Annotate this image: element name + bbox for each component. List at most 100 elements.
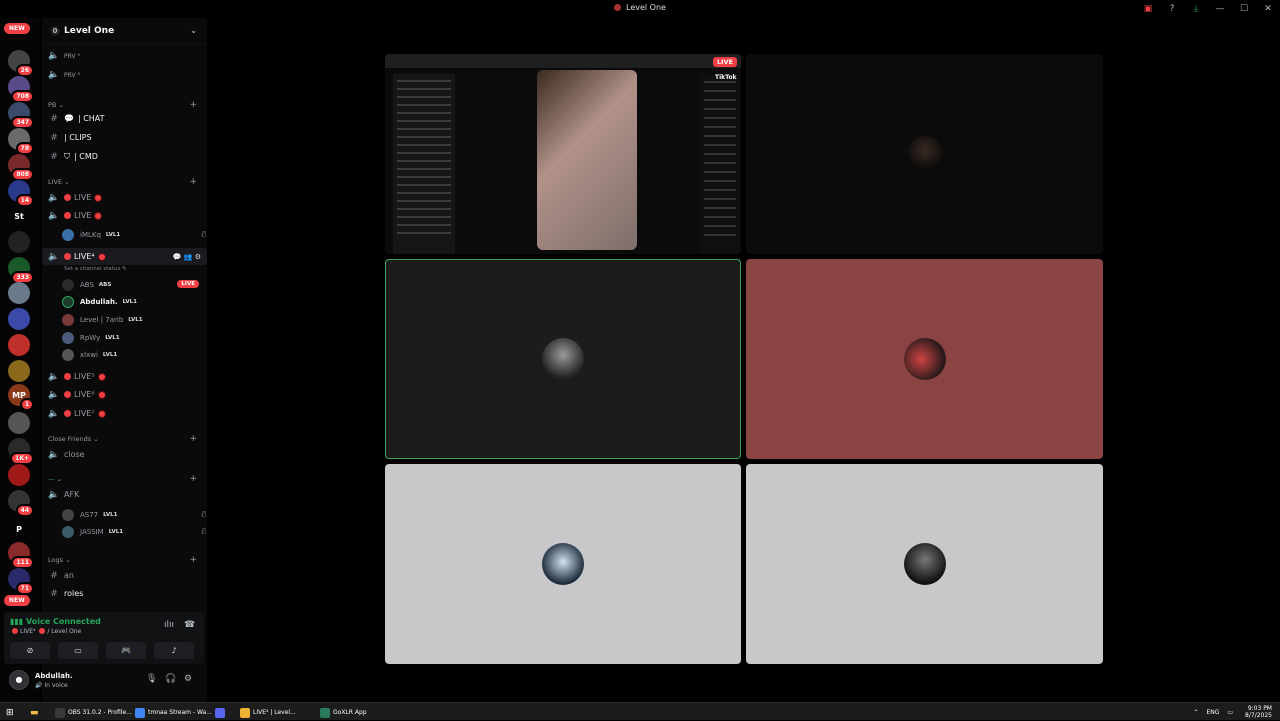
voice-channel-live7[interactable]: 🔈 LIVE⁷ — [42, 405, 207, 422]
server-icon[interactable] — [8, 412, 30, 434]
add-channel-icon[interactable]: + — [189, 474, 197, 484]
tray-chevron-icon[interactable]: ⌃ — [1193, 709, 1198, 716]
new-unreads-pill-bottom[interactable]: NEW — [4, 595, 30, 606]
speaker-icon: 🔈 — [48, 70, 60, 80]
category-logs[interactable]: Logs ⌄ + — [42, 551, 207, 568]
server-icon[interactable]: P — [8, 518, 30, 540]
text-channel-roles[interactable]: # roles — [42, 585, 207, 602]
voice-user[interactable]: xlxwi LVL1 — [62, 346, 117, 363]
voice-channel-close[interactable]: 🔈 close — [42, 446, 207, 463]
voice-user[interactable]: Level | 7arib LVL1 — [62, 311, 143, 328]
server-icon[interactable]: 333 — [8, 257, 34, 284]
new-unreads-pill[interactable]: NEW — [4, 23, 30, 34]
server-icon[interactable]: 14 — [8, 180, 34, 207]
file-explorer-icon[interactable]: ▬ — [30, 706, 39, 719]
user-name[interactable]: Abdullah. — [35, 672, 73, 680]
server-icon[interactable] — [8, 231, 30, 253]
minimize-button[interactable]: — — [1208, 4, 1232, 14]
voice-location[interactable]: LIVE⁴ / Level One — [10, 628, 81, 635]
video-tile-camera[interactable] — [746, 54, 1103, 254]
add-channel-icon[interactable]: + — [189, 555, 197, 565]
add-channel-icon[interactable]: + — [189, 100, 197, 110]
voice-user-mlkq[interactable]: iMLKqLVL1🎙̸ 🎧̸ — [62, 226, 215, 243]
category-unnamed[interactable]: — ⌄ + — [42, 470, 207, 487]
server-header[interactable]: 0 Level One ⌄ — [42, 18, 207, 44]
voice-channel-live1[interactable]: 🔈 LIVE — [42, 189, 207, 206]
add-channel-icon[interactable]: + — [189, 434, 197, 444]
server-list[interactable]: NEW 26 708 347 78 808 14 St 333 MP 1 1K+ 44 P 111 71 N… — [0, 18, 40, 702]
video-tile-user[interactable] — [746, 464, 1103, 664]
user-avatar[interactable]: ● — [9, 670, 29, 690]
stream-tile[interactable]: TikTok LIVE — [385, 54, 741, 254]
noise-suppression-icon[interactable]: ılıı — [164, 620, 174, 630]
voice-status[interactable]: ▮▮▮ Voice Connected — [10, 617, 101, 626]
chevron-down-icon[interactable]: ⌄ — [190, 26, 197, 35]
clock[interactable]: 9:03 PM 8/7/2025 — [1245, 705, 1272, 719]
avatar — [903, 543, 946, 585]
voice-user[interactable]: ABS ABS — [62, 276, 111, 293]
inbox-icon[interactable]: ▣ — [1136, 4, 1160, 14]
voice-user-afk[interactable]: AS77LVL1🎙̸ 🎧̸ — [62, 506, 215, 523]
video-tile-user[interactable] — [746, 259, 1103, 459]
server-icon[interactable]: 347 — [8, 102, 34, 129]
text-channel-chat[interactable]: # 💬 | CHAT — [42, 110, 207, 127]
server-icon[interactable] — [8, 282, 30, 304]
server-icon[interactable]: St — [8, 205, 30, 227]
activities-button[interactable]: 🎮 — [106, 642, 146, 659]
voice-channel-live2[interactable]: 🔈 LIVE — [42, 207, 207, 224]
user-name: AS77 — [80, 510, 99, 519]
server-icon[interactable]: MP 1 — [8, 384, 34, 411]
user-tag: LVL1 — [122, 298, 137, 305]
voice-channel-live4[interactable]: 🔈 LIVE⁴ 💬 👥 ⚙ — [42, 248, 207, 265]
text-channel-clips[interactable]: # | CLIPS — [42, 129, 207, 146]
settings-gear-icon[interactable]: ⚙ — [184, 674, 192, 684]
windows-start-icon[interactable]: ⊞ — [6, 706, 14, 719]
video-tile-user[interactable] — [385, 464, 741, 664]
text-channel-an[interactable]: # an — [42, 567, 207, 584]
taskbar-app[interactable]: LIVE⁴ | Level... — [240, 706, 296, 719]
server-icon[interactable]: 44 — [8, 490, 34, 517]
soundboard-button[interactable]: ♪ — [154, 642, 194, 659]
text-channel-cmd[interactable]: # ⛉ | CMD — [42, 148, 207, 165]
camera-off-button[interactable]: ⊘ — [10, 642, 50, 659]
video-tile-speaking[interactable] — [385, 259, 741, 459]
taskbar-app[interactable] — [215, 706, 228, 719]
voice-channel-live6[interactable]: 🔈 LIVE⁶ — [42, 386, 207, 403]
download-icon[interactable]: ⤓ — [1184, 4, 1208, 14]
server-icon[interactable] — [8, 360, 30, 382]
add-channel-icon[interactable]: + — [189, 177, 197, 187]
taskbar-app[interactable]: tmnaa Stream - Wa... — [135, 706, 212, 719]
server-icon[interactable] — [8, 464, 30, 486]
server-icon[interactable]: 26 — [8, 50, 34, 77]
channel-status[interactable]: Set a channel status ✎ — [64, 266, 127, 272]
category-close-friends[interactable]: Close Friends ⌄ + — [42, 430, 207, 447]
taskbar-app[interactable]: OBS 31.0.2 - Profile... — [55, 706, 132, 719]
server-icon[interactable]: 708 — [8, 76, 34, 103]
server-icon[interactable] — [8, 334, 30, 356]
network-icon[interactable]: ▭ — [1227, 709, 1233, 716]
voice-user-afk[interactable]: JASSIMLVL1🎙̸ 🎧̸ — [62, 523, 215, 540]
server-icon[interactable]: 71 — [8, 568, 34, 595]
voice-channel-prv8[interactable]: 🔈 PRV ⁸ — [42, 69, 207, 81]
disconnect-icon[interactable]: ☎ — [184, 620, 195, 630]
language-indicator[interactable]: ENG — [1206, 709, 1219, 716]
close-button[interactable]: ✕ — [1256, 4, 1280, 14]
server-icon[interactable]: 1K+ — [8, 438, 34, 465]
server-icon[interactable]: 111 — [8, 542, 34, 569]
voice-channel-afk[interactable]: 🔈 AFK — [42, 486, 207, 503]
voice-user[interactable]: RpWy LVL1 — [62, 329, 120, 346]
microphone-icon[interactable]: 🎙 — [146, 674, 157, 684]
headphones-icon[interactable]: 🎧 — [165, 674, 176, 684]
screen-share-button[interactable]: ▭ — [58, 642, 98, 659]
maximize-button[interactable]: ☐ — [1232, 4, 1256, 14]
voice-user-speaking[interactable]: Abdullah. LVL1 — [62, 293, 137, 310]
voice-channel-live5[interactable]: 🔈 LIVE⁵ — [42, 368, 207, 385]
server-icon[interactable] — [8, 308, 30, 330]
server-icon[interactable]: 78 — [8, 128, 34, 155]
taskbar-app[interactable]: GoXLR App — [320, 706, 367, 719]
help-icon[interactable]: ? — [1160, 4, 1184, 14]
channel-actions-icons[interactable]: 💬 👥 ⚙ — [173, 253, 201, 261]
server-icon[interactable]: 808 — [8, 154, 34, 181]
voice-channel-prv9[interactable]: 🔈 PRV ⁹ — [42, 50, 207, 62]
category-live[interactable]: LIVE ⌄ + — [42, 173, 207, 190]
